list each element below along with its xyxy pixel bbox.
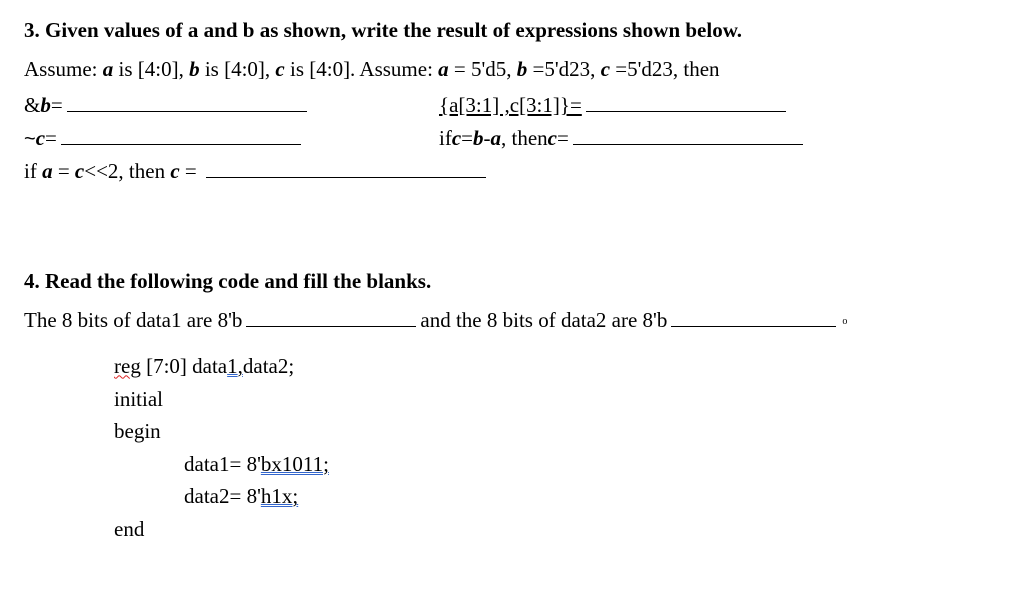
q4-block: 4. Read the following code and fill the … xyxy=(24,265,1000,545)
code-line-initial: initial xyxy=(114,383,1000,416)
var-c: c xyxy=(275,57,284,81)
d2b: h1x; xyxy=(261,484,298,508)
ifc-minus: - xyxy=(484,122,491,155)
concat-lhs: {a[3:1] ,c[3:1]}= xyxy=(439,89,582,122)
reg-kw: reg xyxy=(114,354,141,378)
ifa-shift: <<2, then xyxy=(84,159,170,183)
code-line-begin: begin xyxy=(114,415,1000,448)
blank-ifa xyxy=(206,159,486,178)
code-line-d1: data1= 8'bx1011; xyxy=(184,448,1000,481)
ifc-eq1: = xyxy=(461,122,473,155)
code-block: reg [7:0] data1,data2; initial begin dat… xyxy=(114,350,1000,545)
q3-title: 3. Given values of a and b as shown, wri… xyxy=(24,14,1000,47)
txt-assume2: is [4:0]. Assume: xyxy=(285,57,438,81)
var-b: b xyxy=(189,57,200,81)
and-sym: & xyxy=(24,89,40,122)
var-a: a xyxy=(103,57,114,81)
ifc-b: b xyxy=(473,122,484,155)
blank-data2 xyxy=(671,308,836,327)
q4-title: 4. Read the following code and fill the … xyxy=(24,265,1000,298)
q4-sent-b: and the 8 bits of data2 are 8'b xyxy=(420,308,667,332)
blank-data1 xyxy=(246,308,416,327)
blank-and-b xyxy=(67,93,307,112)
ifa-if: if xyxy=(24,159,42,183)
d2a: data2= 8' xyxy=(184,484,261,508)
ifc-a: a xyxy=(491,122,502,155)
reg-one: 1 xyxy=(227,354,238,378)
reg-rest: [7:0] data xyxy=(141,354,227,378)
code-line-reg: reg [7:0] data1,data2; xyxy=(114,350,1000,383)
ifa-eq2: = xyxy=(180,159,197,183)
ifa-c: c xyxy=(75,159,84,183)
q3-row-2: ~ c = if c = b - a , then c = xyxy=(24,122,1000,155)
ifa-a: a xyxy=(42,159,53,183)
q4-sentence: The 8 bits of data1 are 8'b and the 8 bit… xyxy=(24,304,1000,337)
and-b-var: b xyxy=(40,89,51,122)
c-eq: =5'd23, then xyxy=(610,57,720,81)
q3-not-c: ~ c = xyxy=(24,122,439,155)
var-c-2: c xyxy=(601,57,610,81)
var-a-2: a xyxy=(438,57,449,81)
ifc-c2: c xyxy=(548,122,557,155)
q3-row-3: if a = c<<2, then c = xyxy=(24,155,1000,188)
tilde-sym: ~ xyxy=(24,124,36,155)
blank-ifc xyxy=(573,126,803,145)
var-b-2: b xyxy=(517,57,528,81)
ifa-c2: c xyxy=(170,159,179,183)
txt-is1: is [4:0], xyxy=(113,57,189,81)
q3-assume-line: Assume: a is [4:0], b is [4:0], c is [4:… xyxy=(24,53,1000,86)
d1a: data1= 8' xyxy=(184,452,261,476)
reg-data2: data2; xyxy=(243,354,294,378)
b-eq: =5'd23, xyxy=(527,57,600,81)
ifc-comma: , then xyxy=(501,122,548,155)
q3-and-b: &b= xyxy=(24,89,439,122)
q4-sent-a: The 8 bits of data1 are 8'b xyxy=(24,308,242,332)
code-line-end: end xyxy=(114,513,1000,546)
period-circle: o xyxy=(842,316,847,327)
not-c-var: c xyxy=(36,122,45,155)
not-c-eq: = xyxy=(45,122,57,155)
ifc-if: if xyxy=(439,122,452,155)
code-line-d2: data2= 8'h1x; xyxy=(184,480,1000,513)
ifc-c: c xyxy=(452,122,461,155)
and-eq: = xyxy=(51,89,63,122)
ifc-eq2: = xyxy=(557,122,569,155)
blank-not-c xyxy=(61,126,301,145)
ifa-eq1: = xyxy=(53,159,75,183)
d1b: bx1011; xyxy=(261,452,329,476)
q3-row-1: &b= {a[3:1] ,c[3:1]}= xyxy=(24,89,1000,122)
a-eq: = 5'd5, xyxy=(449,57,517,81)
assume-prefix: Assume: xyxy=(24,57,103,81)
txt-is2: is [4:0], xyxy=(200,57,276,81)
blank-concat xyxy=(586,93,786,112)
q3-concat: {a[3:1] ,c[3:1]}= xyxy=(439,89,790,122)
q3-ifc: if c = b - a , then c = xyxy=(439,122,807,155)
